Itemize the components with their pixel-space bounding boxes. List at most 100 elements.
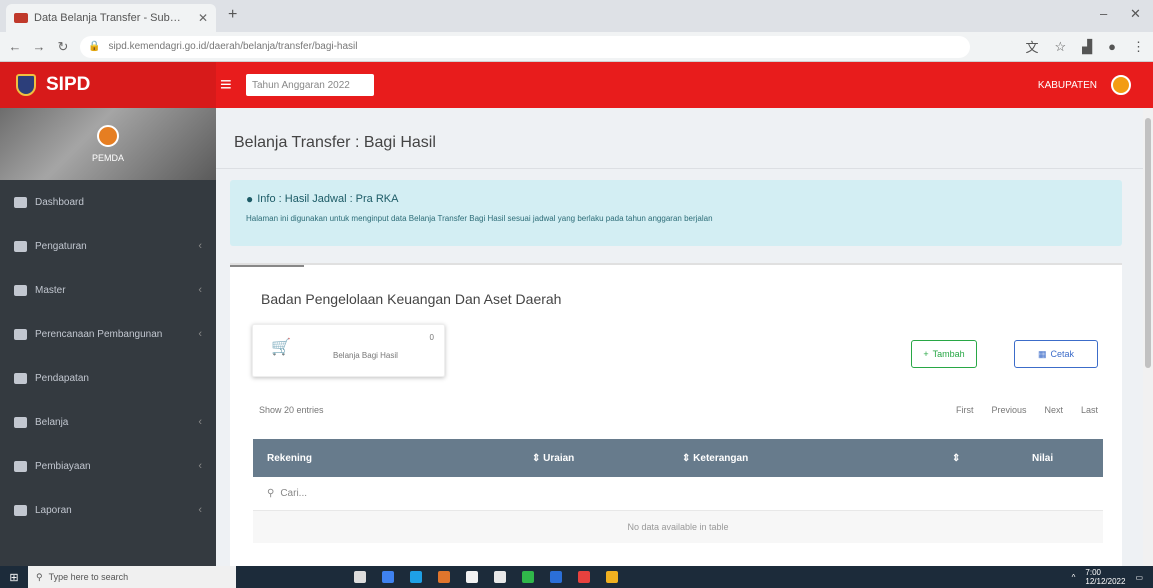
menu-icon[interactable]: ⋮	[1132, 39, 1145, 55]
sidebar-item-label: Pendapatan	[35, 372, 89, 384]
task-view-icon[interactable]	[354, 571, 366, 583]
edge-icon[interactable]	[410, 571, 422, 583]
sidebar-item-label: Pembiayaan	[35, 460, 91, 472]
address-bar: ← → ↻ 🔒 sipd.kemendagri.go.id/daerah/bel…	[0, 32, 1153, 62]
translate-icon[interactable]: 文	[1025, 37, 1038, 56]
user-panel: PEMDA	[0, 108, 216, 180]
hamburger-icon[interactable]: ≡	[220, 74, 240, 97]
clock-date: 12/12/2022	[1085, 577, 1126, 586]
brand[interactable]: SIPD	[0, 62, 216, 108]
menu-item-icon	[14, 240, 27, 252]
taskbar-apps	[354, 571, 618, 583]
cart-icon: 🛒	[271, 339, 291, 356]
pagination-first[interactable]: First	[956, 405, 974, 415]
column-sort[interactable]: ⇕	[938, 453, 1018, 464]
alert-title: ● Info : Hasil Jadwal : Pra RKA	[246, 192, 1106, 206]
profile-icon[interactable]: ●	[1108, 39, 1116, 54]
notification-icon[interactable]: ▭	[1135, 573, 1143, 582]
extension-icon[interactable]: ▟	[1082, 39, 1092, 55]
stat-value: 0	[429, 333, 434, 342]
sidebar-item-label: Belanja	[35, 416, 69, 428]
show-entries[interactable]: Show 20 entries	[259, 405, 324, 415]
browser-tab[interactable]: Data Belanja Transfer - Sub… ✕	[6, 4, 216, 32]
sidebar-item-laporan[interactable]: Laporan ‹	[0, 488, 216, 532]
content-card: Badan Pengelolaan Keuangan Dan Aset Daer…	[230, 263, 1122, 566]
url-text: sipd.kemendagri.go.id/daerah/belanja/tra…	[108, 41, 358, 52]
add-button[interactable]: + Tambah	[911, 340, 977, 368]
reload-icon[interactable]: ↻	[56, 39, 70, 55]
plus-icon: +	[923, 349, 929, 359]
taskbar-search-placeholder: Type here to search	[48, 572, 129, 582]
tray-chevron-icon[interactable]: ^	[1072, 573, 1076, 582]
scrollbar-thumb[interactable]	[1145, 118, 1151, 368]
sort-icon: ⇕	[532, 452, 544, 464]
forward-icon[interactable]: →	[32, 39, 46, 54]
logo-icon	[16, 74, 36, 96]
column-rekening[interactable]: Rekening	[253, 453, 518, 464]
app-icon[interactable]	[606, 571, 618, 583]
sidebar-item-perencanaan-pembangunan[interactable]: Perencanaan Pembangunan ‹	[0, 312, 216, 356]
lock-icon: 🔒	[88, 41, 101, 52]
calculator-icon[interactable]	[382, 571, 394, 583]
data-table: Rekening ⇕ Uraian ⇕ Keterangan ⇕ Nilai ⚲…	[253, 439, 1103, 543]
sidebar-item-belanja[interactable]: Belanja ‹	[0, 400, 216, 444]
spreadsheet-icon[interactable]	[522, 571, 534, 583]
minimize-icon[interactable]: –	[1100, 6, 1107, 21]
word-icon[interactable]	[550, 571, 562, 583]
page-scrollbar[interactable]	[1143, 108, 1153, 566]
year-select[interactable]: Tahun Anggaran 2022	[246, 74, 374, 96]
firefox-icon[interactable]	[438, 571, 450, 583]
user-avatar	[97, 125, 119, 147]
empty-row: No data available in table	[253, 511, 1103, 543]
close-window-icon[interactable]: ✕	[1130, 6, 1141, 22]
file-explorer-icon[interactable]	[466, 571, 478, 583]
store-icon[interactable]	[494, 571, 506, 583]
url-input[interactable]: 🔒 sipd.kemendagri.go.id/daerah/belanja/t…	[80, 35, 970, 58]
info-icon: ●	[246, 192, 254, 206]
divider	[216, 168, 1143, 169]
alert-text: Halaman ini digunakan untuk menginput da…	[246, 214, 713, 223]
column-uraian[interactable]: ⇕ Uraian	[518, 453, 668, 464]
app-header: SIPD ≡ Tahun Anggaran 2022 KABUPATEN	[0, 62, 1153, 108]
column-keterangan[interactable]: ⇕ Keterangan	[668, 453, 938, 464]
sidebar-item-dashboard[interactable]: Dashboard	[0, 180, 216, 224]
sidebar-menu: Dashboard Pengaturan ‹ Master ‹ Perencanaan P…	[0, 180, 216, 532]
column-uraian-label: Uraian	[543, 452, 575, 464]
menu-item-icon	[14, 416, 27, 428]
back-icon[interactable]: ←	[8, 39, 22, 54]
sidebar-item-pengaturan[interactable]: Pengaturan ‹	[0, 224, 216, 268]
print-button-label: Cetak	[1050, 349, 1075, 359]
page-title: Belanja Transfer : Bagi Hasil	[234, 134, 436, 151]
sidebar: PEMDA Dashboard Pengaturan ‹ Master ‹ Perenca…	[0, 108, 216, 566]
system-tray: ^ 7:00 12/12/2022 ▭	[1072, 568, 1143, 586]
new-tab-icon[interactable]: +	[228, 6, 237, 24]
windows-start-icon[interactable]: ⊞	[0, 571, 28, 584]
sidebar-item-label: Perencanaan Pembangunan	[35, 328, 163, 340]
sidebar-item-pembiayaan[interactable]: Pembiayaan ‹	[0, 444, 216, 488]
browser-tabbar: Data Belanja Transfer - Sub… ✕ + – ✕	[0, 0, 1153, 32]
header-user-name[interactable]: KABUPATEN	[1038, 80, 1097, 91]
pagination-previous[interactable]: Previous	[991, 405, 1026, 415]
clock[interactable]: 7:00 12/12/2022	[1085, 568, 1125, 586]
pagination-last[interactable]: Last	[1081, 405, 1098, 415]
chrome-icon[interactable]	[578, 571, 590, 583]
sidebar-item-pendapatan[interactable]: Pendapatan	[0, 356, 216, 400]
table-search-input[interactable]: Cari...	[280, 488, 307, 499]
table-search-row[interactable]: ⚲ Cari...	[253, 477, 1103, 511]
column-nilai[interactable]: Nilai	[1018, 453, 1103, 464]
sidebar-item-master[interactable]: Master ‹	[0, 268, 216, 312]
column-keterangan-label: Keterangan	[693, 452, 749, 464]
tab-title: Data Belanja Transfer - Sub…	[34, 12, 181, 24]
pagination-next[interactable]: Next	[1044, 405, 1063, 415]
print-button[interactable]: ▦ Cetak	[1014, 340, 1098, 368]
avatar[interactable]	[1111, 75, 1131, 95]
star-icon[interactable]: ☆	[1054, 39, 1066, 55]
pagination: First Previous Next Last	[956, 405, 1098, 415]
sidebar-item-label: Laporan	[35, 504, 72, 516]
stat-label: Belanja Bagi Hasil	[333, 351, 398, 360]
taskbar-search[interactable]: ⚲ Type here to search	[28, 566, 236, 588]
close-icon[interactable]: ✕	[198, 11, 208, 25]
chevron-left-icon: ‹	[198, 284, 202, 296]
main-content: Belanja Transfer : Bagi Hasil ● Info : H…	[216, 108, 1143, 566]
search-icon: ⚲	[36, 571, 43, 582]
